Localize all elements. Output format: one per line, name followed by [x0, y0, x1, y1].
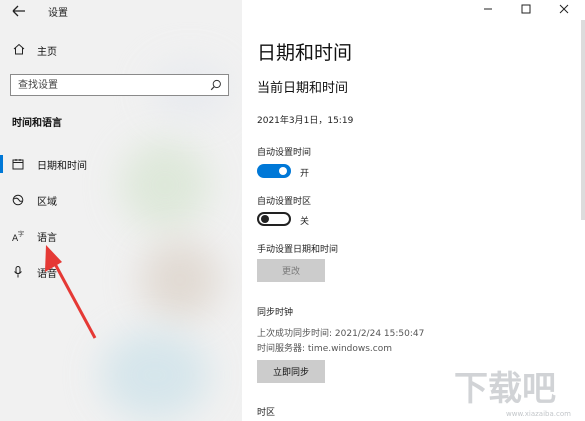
- current-datetime: 2021年3月1日，15:19: [257, 116, 354, 126]
- timezone-heading: 时区: [257, 408, 276, 418]
- search-icon[interactable]: [210, 79, 222, 91]
- auto-time-label: 自动设置时间: [257, 148, 312, 158]
- search-box[interactable]: [10, 74, 229, 96]
- auto-timezone-toggle[interactable]: [257, 212, 291, 226]
- sidebar-item-label: 日期和时间: [37, 161, 87, 172]
- maximize-icon[interactable]: [519, 2, 533, 16]
- auto-timezone-state: 关: [300, 217, 310, 227]
- watermark-logo: 下载吧 www.xiazaiba.com: [454, 369, 571, 418]
- sync-heading: 同步时钟: [257, 308, 294, 318]
- toggle-knob: [279, 167, 287, 175]
- sidebar-item-label: 区域: [37, 197, 57, 208]
- auto-timezone-label: 自动设置时区: [257, 197, 312, 207]
- globe-region-icon: [12, 194, 24, 206]
- sync-now-button[interactable]: 立即同步: [257, 360, 325, 383]
- sidebar-item-date-time[interactable]: 日期和时间: [0, 151, 242, 177]
- sidebar: 设置 主页 时间和语言 日期和时间 区域 A 字 语言: [0, 0, 242, 421]
- window-controls: [465, 0, 585, 18]
- language-icon: A 字: [12, 230, 24, 242]
- auto-time-toggle[interactable]: [257, 164, 291, 178]
- section-heading: 时间和语言: [12, 118, 62, 129]
- search-input[interactable]: [11, 75, 201, 95]
- home-icon: [13, 43, 25, 55]
- current-datetime-heading: 当前日期和时间: [257, 81, 349, 96]
- sidebar-item-label: 语言: [37, 233, 57, 244]
- sidebar-item-language[interactable]: A 字 语言: [0, 223, 242, 249]
- sidebar-item-region[interactable]: 区域: [0, 187, 242, 213]
- title-bar: 设置: [0, 0, 242, 24]
- minimize-icon[interactable]: [481, 2, 495, 16]
- app-title: 设置: [48, 8, 68, 19]
- microphone-icon: [14, 266, 22, 278]
- sidebar-item-speech[interactable]: 语音: [0, 259, 242, 285]
- svg-text:字: 字: [18, 230, 24, 238]
- background-blur: [100, 330, 210, 420]
- back-arrow-icon[interactable]: [10, 3, 28, 19]
- svg-text:下载吧: 下载吧: [454, 369, 556, 409]
- svg-text:www.xiazaiba.com: www.xiazaiba.com: [506, 410, 571, 418]
- sidebar-item-home[interactable]: 主页: [0, 40, 242, 62]
- close-icon[interactable]: [557, 2, 571, 16]
- last-sync-info: 上次成功同步时间: 2021/2/24 15:50:47: [257, 329, 425, 339]
- clock-calendar-icon: [12, 159, 24, 170]
- sidebar-item-label: 语音: [37, 269, 57, 280]
- page-title: 日期和时间: [257, 42, 353, 64]
- scrollbar[interactable]: [581, 20, 585, 220]
- manual-datetime-label: 手动设置日期和时间: [257, 245, 339, 255]
- change-button[interactable]: 更改: [257, 259, 325, 282]
- auto-time-state: 开: [300, 169, 310, 179]
- toggle-knob: [261, 215, 269, 223]
- sidebar-item-label: 主页: [37, 47, 57, 58]
- time-server-info: 时间服务器: time.windows.com: [257, 344, 393, 354]
